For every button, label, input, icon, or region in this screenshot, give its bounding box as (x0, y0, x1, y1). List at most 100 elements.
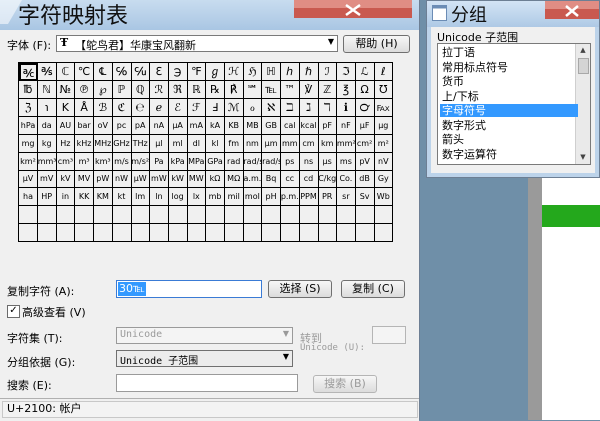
group-list[interactable]: ▲ ▼ 拉丁语 常用标点符号 货币 上/下标 字母符号 数字形式 箭头 数字运算符 (437, 43, 591, 165)
char-cell[interactable] (206, 206, 225, 225)
char-cell[interactable]: ℤ (318, 80, 338, 99)
char-cell[interactable]: kt (112, 188, 132, 207)
char-cell[interactable]: p.m. (280, 188, 300, 207)
char-cell[interactable]: ℜ (168, 80, 188, 99)
char-cell[interactable]: kΩ (206, 170, 225, 189)
char-cell[interactable]: nm (243, 134, 263, 153)
search-input[interactable] (116, 374, 298, 392)
char-cell[interactable]: lm (131, 188, 151, 207)
char-cell[interactable]: PPM (299, 188, 319, 207)
char-cell[interactable] (262, 206, 282, 225)
char-cell[interactable]: ps (280, 152, 300, 171)
char-cell[interactable]: ℨ (19, 98, 38, 117)
char-cell[interactable] (280, 224, 300, 243)
char-cell[interactable]: a.m. (243, 170, 263, 189)
char-cell[interactable]: Gy (374, 170, 394, 189)
char-cell[interactable]: ℥ (336, 80, 356, 99)
char-cell[interactable]: in (56, 188, 76, 207)
char-cell[interactable] (336, 224, 356, 243)
char-cell[interactable]: lx (187, 188, 207, 207)
char-cell[interactable] (168, 224, 188, 243)
char-cell[interactable]: mol (243, 188, 263, 207)
char-cell[interactable]: dl (187, 134, 207, 153)
char-cell[interactable] (37, 224, 57, 243)
title-bar[interactable]: 字符映射表 (0, 0, 419, 30)
char-cell[interactable]: μW (131, 170, 151, 189)
char-cell[interactable]: ℳ (224, 98, 244, 117)
char-cell[interactable] (56, 224, 76, 243)
char-cell[interactable]: sr (336, 188, 356, 207)
char-cell[interactable] (187, 206, 207, 225)
char-cell[interactable]: ℭ (112, 98, 132, 117)
char-cell[interactable]: m/s (112, 152, 132, 171)
char-cell[interactable]: kcal (299, 116, 319, 135)
char-cell[interactable]: km² (19, 152, 38, 171)
char-cell[interactable]: ℰ (168, 98, 188, 117)
char-cell[interactable]: Ω (355, 80, 375, 99)
char-cell[interactable]: ℠ (243, 80, 263, 99)
char-cell[interactable] (19, 206, 38, 225)
char-cell[interactable]: KM (93, 188, 113, 207)
char-cell[interactable]: Sv (355, 188, 375, 207)
close-icon[interactable] (545, 1, 599, 19)
char-cell[interactable]: ℚ (131, 80, 151, 99)
char-cell[interactable]: kg (37, 134, 57, 153)
char-cell[interactable]: Co. (336, 170, 356, 189)
char-cell[interactable]: kl (206, 134, 225, 153)
char-cell[interactable]: ℡ (262, 80, 282, 99)
char-cell[interactable]: cm (299, 134, 319, 153)
char-cell[interactable]: ℕ (37, 80, 57, 99)
char-cell[interactable]: dB (355, 170, 375, 189)
char-cell[interactable]: ℩ (37, 98, 57, 117)
char-cell[interactable]: THz (131, 134, 151, 153)
char-cell[interactable] (318, 224, 338, 243)
char-cell[interactable]: ℉ (187, 63, 207, 81)
char-cell[interactable] (318, 206, 338, 225)
char-cell[interactable]: PR (318, 188, 338, 207)
advanced-view-checkbox[interactable]: ✓ (7, 305, 20, 318)
char-cell[interactable]: nA (149, 116, 169, 135)
char-cell[interactable] (112, 224, 132, 243)
arrow-down-icon[interactable]: ▼ (576, 151, 590, 164)
char-cell[interactable]: ℍ (262, 63, 282, 81)
char-cell[interactable]: GHz (112, 134, 132, 153)
char-cell[interactable]: rad/s (243, 152, 263, 171)
char-cell[interactable] (374, 206, 394, 225)
char-cell[interactable]: fm (224, 134, 244, 153)
help-button[interactable]: 帮助 (H) (343, 35, 410, 53)
char-cell[interactable] (93, 206, 113, 225)
char-cell[interactable]: ℆ (131, 63, 151, 81)
char-cell[interactable]: cal (280, 116, 300, 135)
char-cell[interactable]: ℄ (93, 63, 113, 81)
group-list-item[interactable]: 数字运算符 (440, 148, 578, 161)
char-cell[interactable]: ml (168, 134, 188, 153)
char-cell[interactable]: ℈ (168, 63, 188, 81)
char-cell[interactable]: MΩ (224, 170, 244, 189)
char-cell[interactable] (355, 224, 375, 243)
groupby-select[interactable]: Unicode 子范围 ▼ (116, 350, 293, 367)
char-cell[interactable]: ℀ (19, 63, 38, 81)
char-cell[interactable]: K (56, 98, 76, 117)
char-cell[interactable]: ℙ (112, 80, 132, 99)
char-cell[interactable]: km³ (93, 152, 113, 171)
char-cell[interactable]: ℎ (280, 63, 300, 81)
char-cell[interactable]: μV (19, 170, 38, 189)
char-cell[interactable] (131, 206, 151, 225)
char-cell[interactable]: ℹ (336, 98, 356, 117)
char-cell[interactable]: μs (318, 152, 338, 171)
char-cell[interactable]: m² (374, 134, 394, 153)
char-cell[interactable] (187, 224, 207, 243)
char-cell[interactable]: ℔ (19, 80, 38, 99)
char-cell[interactable] (131, 224, 151, 243)
char-cell[interactable]: mg (19, 134, 38, 153)
char-cell[interactable]: bar (75, 116, 95, 135)
char-cell[interactable] (355, 206, 375, 225)
char-cell[interactable]: kHz (75, 134, 95, 153)
char-cell[interactable]: Ⅎ (206, 98, 225, 117)
char-cell[interactable]: ℧ (374, 80, 394, 99)
char-cell[interactable]: oV (93, 116, 113, 135)
char-cell[interactable]: μg (374, 116, 394, 135)
char-cell[interactable] (224, 224, 244, 243)
group-list-item[interactable]: 字母符号 (440, 104, 578, 117)
char-cell[interactable]: mil (224, 188, 244, 207)
